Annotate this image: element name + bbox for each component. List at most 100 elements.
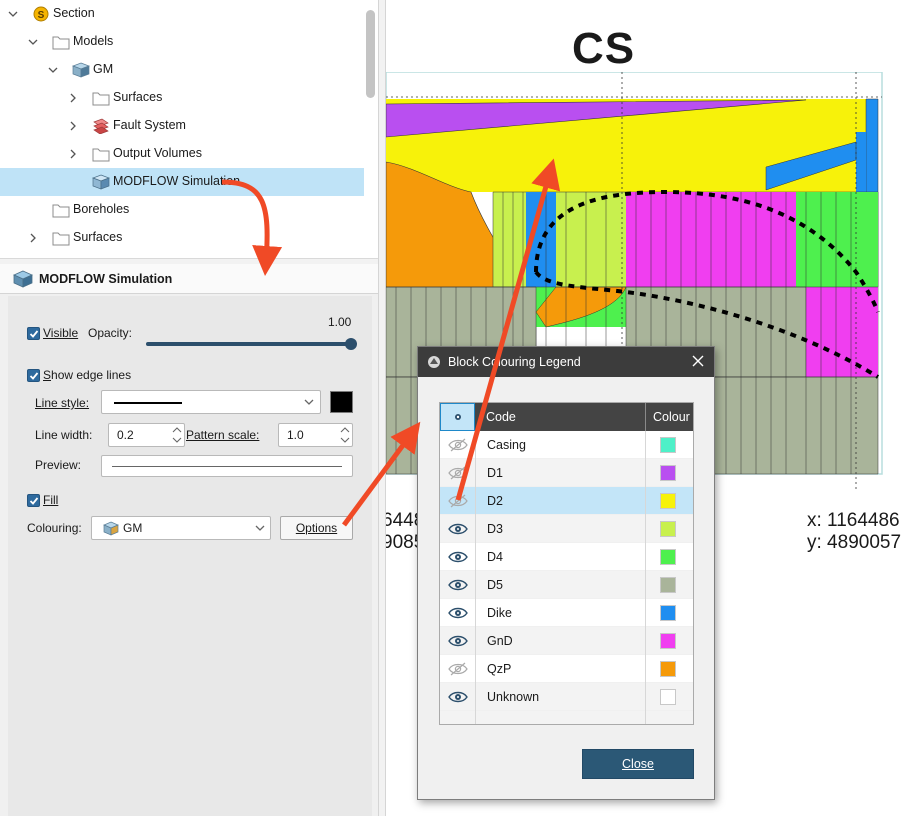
colour-swatch[interactable] — [660, 493, 676, 509]
eye-icon[interactable] — [448, 522, 468, 536]
tree-item[interactable]: Surfaces — [0, 84, 364, 112]
colour-swatch[interactable] — [660, 437, 676, 453]
eye-icon[interactable] — [448, 606, 468, 620]
tree-item[interactable]: Surfaces — [0, 224, 364, 252]
line-width-input[interactable]: 0.2 — [108, 423, 185, 447]
tree-item[interactable]: GM — [0, 56, 364, 84]
tree-item[interactable]: Boreholes — [0, 196, 364, 224]
eye-icon[interactable] — [448, 634, 468, 648]
eye-hidden-icon[interactable] — [448, 662, 468, 676]
row-divider — [475, 431, 476, 459]
chevron-right-icon[interactable] — [67, 92, 79, 104]
eye-icon[interactable] — [448, 690, 468, 704]
legend-row[interactable]: GnD — [440, 627, 693, 655]
fill-checkbox[interactable] — [27, 494, 40, 507]
properties-panel: MODFLOW Simulation Visible Opacity: 1.00… — [0, 264, 378, 816]
tree-scrollbar[interactable] — [366, 10, 375, 98]
row-divider — [645, 459, 646, 487]
chevron-down-icon[interactable] — [47, 64, 59, 76]
chevron-right-icon[interactable] — [67, 120, 79, 132]
eye-icon[interactable] — [448, 578, 468, 592]
row-divider — [645, 543, 646, 571]
eye-hidden-icon[interactable] — [448, 494, 468, 508]
spin-up-icon[interactable] — [172, 426, 182, 433]
modflow-icon — [13, 270, 33, 288]
section-title: CS — [572, 24, 636, 73]
toggle-all-visibility[interactable] — [440, 403, 475, 431]
legend-row[interactable]: D4 — [440, 543, 693, 571]
chevron-down-icon[interactable] — [7, 8, 19, 20]
pattern-scale-input[interactable]: 1.0 — [278, 423, 353, 447]
chevron-down-icon — [304, 399, 314, 405]
colour-swatch[interactable] — [660, 465, 676, 481]
tree-item-label: Section — [53, 6, 95, 20]
tree-item[interactable]: Models — [0, 28, 364, 56]
colouring-select[interactable]: GM — [91, 516, 271, 540]
tree-item[interactable]: MODFLOW Simulation — [0, 168, 364, 196]
legend-row[interactable]: D3 — [440, 515, 693, 543]
pattern-scale-spinner[interactable] — [340, 426, 350, 444]
legend-row[interactable]: Unknown — [440, 683, 693, 711]
spin-up-icon[interactable] — [340, 426, 350, 433]
chevron-down-icon[interactable] — [27, 36, 39, 48]
line-width-text: Line width: — [35, 428, 93, 442]
eye-hidden-icon[interactable] — [448, 466, 468, 480]
vertical-splitter[interactable] — [378, 0, 386, 816]
tree-item-label: Surfaces — [73, 230, 123, 244]
project-tree: S Section Models GM Surfaces Fault System Outp… — [0, 0, 378, 258]
colour-swatch[interactable] — [660, 661, 676, 677]
preview-line — [112, 466, 342, 467]
chevron-right-icon[interactable] — [67, 148, 79, 160]
row-divider — [475, 711, 476, 724]
check-icon — [29, 497, 39, 505]
tree-item[interactable]: S Section — [0, 0, 364, 28]
colour-swatch[interactable] — [660, 633, 676, 649]
modflow-icon — [92, 174, 110, 190]
row-divider — [645, 487, 646, 515]
close-icon[interactable] — [691, 354, 705, 368]
opacity-slider-handle[interactable] — [345, 338, 357, 350]
legend-row[interactable]: D5 — [440, 571, 693, 599]
legend-code: GnD — [487, 634, 513, 648]
code-column-header[interactable]: Code — [486, 410, 516, 424]
legend-code: D3 — [487, 522, 503, 536]
check-icon — [29, 372, 39, 380]
spin-down-icon[interactable] — [340, 437, 350, 444]
close-button[interactable]: Close — [582, 749, 694, 779]
tree-item[interactable]: Fault System — [0, 112, 364, 140]
pattern-scale-label: Pattern scale: — [186, 428, 260, 442]
colour-swatch[interactable] — [660, 605, 676, 621]
legend-row[interactable]: D2 — [440, 487, 693, 515]
colour-swatch[interactable] — [660, 549, 676, 565]
colour-column-header[interactable]: Colour — [653, 410, 690, 424]
colour-swatch[interactable] — [660, 577, 676, 593]
visible-checkbox[interactable] — [27, 327, 40, 340]
legend-code: QzP — [487, 662, 512, 676]
options-button[interactable]: Options — [280, 516, 353, 540]
eye-icon[interactable] — [448, 550, 468, 564]
row-divider — [645, 711, 646, 724]
edge-colour-swatch[interactable] — [330, 391, 353, 413]
show-edge-lines-checkbox[interactable] — [27, 369, 40, 382]
opacity-slider[interactable] — [146, 342, 351, 346]
colour-swatch[interactable] — [660, 521, 676, 537]
dialog-titlebar[interactable]: Block Colouring Legend — [418, 347, 714, 377]
colour-swatch[interactable] — [660, 689, 676, 705]
legend-code: D1 — [487, 466, 503, 480]
legend-row[interactable]: Casing — [440, 431, 693, 459]
row-divider — [645, 627, 646, 655]
line-preview — [101, 455, 353, 477]
tree-item[interactable]: Output Volumes — [0, 140, 364, 168]
legend-row[interactable]: D1 — [440, 459, 693, 487]
legend-row[interactable]: QzP — [440, 655, 693, 683]
folder-icon — [52, 232, 70, 246]
tree-item-label: GM — [93, 62, 114, 76]
legend-row[interactable]: Dike — [440, 599, 693, 627]
options-button-label: Options — [295, 521, 338, 535]
line-style-select[interactable] — [101, 390, 321, 414]
eye-hidden-icon[interactable] — [448, 438, 468, 452]
spin-down-icon[interactable] — [172, 437, 182, 444]
line-width-spinner[interactable] — [172, 426, 182, 444]
chevron-right-icon[interactable] — [27, 232, 39, 244]
opacity-label: Opacity: — [88, 326, 133, 340]
